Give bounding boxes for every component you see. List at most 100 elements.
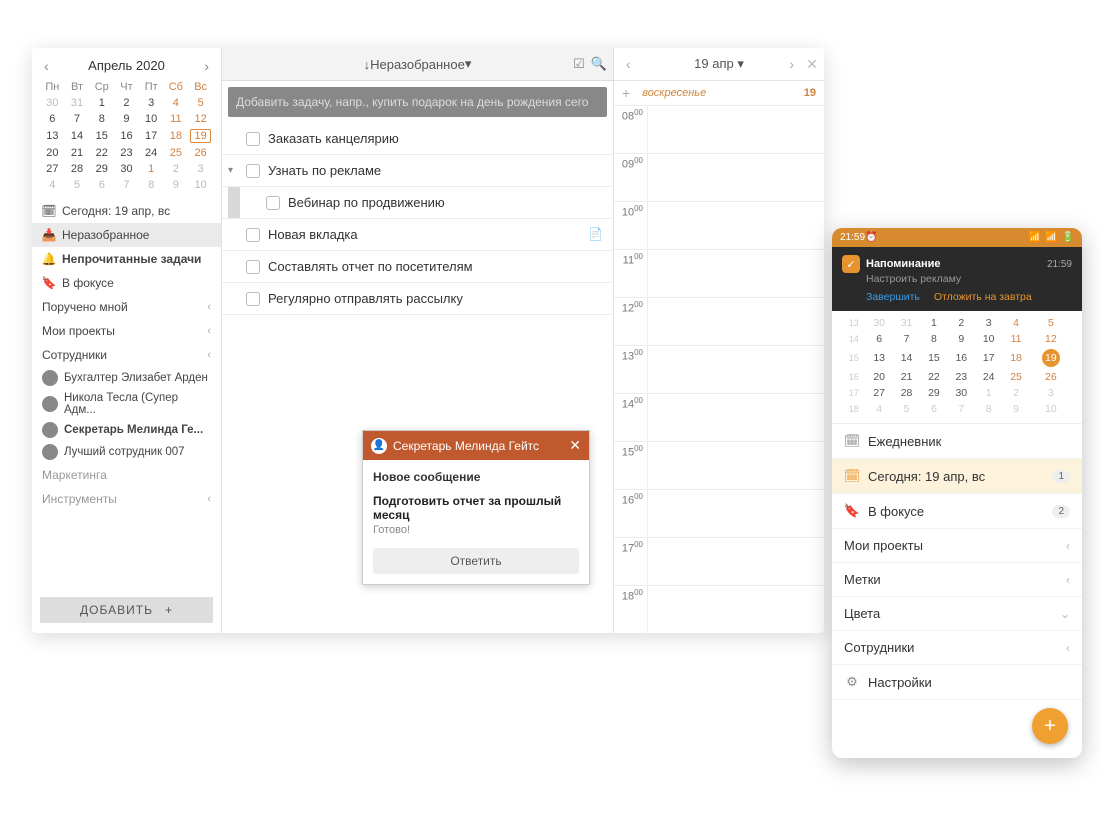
calendar-day[interactable]: 18 (1002, 347, 1029, 369)
task-row-sub[interactable]: Вебинар по продвижению (222, 187, 613, 219)
calendar-day[interactable]: 2 (164, 161, 189, 177)
hour-row[interactable]: 1500 (614, 442, 824, 490)
sidebar-user[interactable]: Бухгалтер Элизабет Арден (32, 367, 221, 389)
tasks-header[interactable]: ↓ Неразобранное ▾ ☑🔍 (222, 48, 613, 81)
calendar-day[interactable]: 27 (40, 161, 65, 177)
expand-icon[interactable]: ▾ (228, 165, 233, 176)
calendar-day[interactable]: 10 (139, 111, 164, 127)
calendar-day[interactable]: 2 (114, 95, 139, 111)
hour-row[interactable]: 0900 (614, 154, 824, 202)
calendar-title[interactable]: Апрель 2020 (88, 58, 165, 73)
task-row[interactable]: Новая вкладка📄 (222, 219, 613, 251)
hour-row[interactable]: 1800 (614, 586, 824, 633)
calendar-day[interactable]: 16 (948, 347, 975, 369)
sidebar-projects[interactable]: Мои проекты‹ (32, 319, 221, 343)
calendar-day[interactable]: 10 (1030, 401, 1072, 417)
calendar-day[interactable]: 11 (1002, 331, 1029, 347)
calendar-day[interactable]: 3 (139, 95, 164, 111)
calendar-day[interactable]: 23 (114, 145, 139, 161)
calendar-day[interactable]: 30 (865, 315, 892, 331)
calendar-day[interactable]: 14 (65, 127, 90, 145)
calendar-day[interactable]: 24 (139, 145, 164, 161)
reply-button[interactable]: Ответить (373, 548, 579, 574)
new-task-input[interactable]: Добавить задачу, напр., купить подарок н… (228, 87, 607, 117)
hour-row[interactable]: 1700 (614, 538, 824, 586)
calendar-day[interactable]: 26 (188, 145, 213, 161)
search-icon[interactable]: 🔍 (591, 56, 607, 72)
sidebar-assigned[interactable]: Поручено мной‹ (32, 295, 221, 319)
task-row[interactable]: Регулярно отправлять рассылку (222, 283, 613, 315)
calendar-day[interactable]: 5 (893, 401, 920, 417)
calendar-day[interactable]: 1 (89, 95, 114, 111)
sidebar-tools[interactable]: Инструменты‹ (32, 487, 221, 511)
calendar-day[interactable]: 6 (865, 331, 892, 347)
notif-snooze-button[interactable]: Отложить на завтра (934, 291, 1032, 303)
calendar-day[interactable]: 1 (920, 315, 947, 331)
next-month-button[interactable]: › (198, 56, 215, 76)
mobile-diary[interactable]: 🗓Ежедневник (832, 424, 1082, 459)
fab-add-button[interactable]: + (1032, 708, 1068, 744)
calendar-day[interactable]: 21 (65, 145, 90, 161)
calendar-day[interactable]: 28 (893, 385, 920, 401)
calendar-day[interactable]: 6 (920, 401, 947, 417)
sidebar-unread[interactable]: 🔔Непрочитанные задачи (32, 247, 221, 271)
calendar-day[interactable]: 7 (65, 111, 90, 127)
calendar-day[interactable]: 8 (139, 177, 164, 193)
calendar-day[interactable]: 9 (948, 331, 975, 347)
calendar-day[interactable]: 28 (65, 161, 90, 177)
calendar-day[interactable]: 6 (89, 177, 114, 193)
calendar-day[interactable]: 26 (1030, 369, 1072, 385)
calendar-day[interactable]: 3 (1030, 385, 1072, 401)
calendar-day[interactable]: 29 (920, 385, 947, 401)
task-row[interactable]: Заказать канцелярию (222, 123, 613, 155)
checkbox[interactable] (246, 164, 260, 178)
calendar-day[interactable]: 17 (975, 347, 1002, 369)
calendar-day[interactable]: 11 (164, 111, 189, 127)
calendar-day[interactable]: 9 (1002, 401, 1029, 417)
calendar-day[interactable]: 5 (188, 95, 213, 111)
hour-row[interactable]: 1200 (614, 298, 824, 346)
calendar-day[interactable]: 10 (975, 331, 1002, 347)
sidebar-staff[interactable]: Сотрудники‹ (32, 343, 221, 367)
calendar-day[interactable]: 20 (40, 145, 65, 161)
calendar-day[interactable]: 19 (1030, 347, 1072, 369)
calendar-day[interactable]: 1 (975, 385, 1002, 401)
calendar-day[interactable]: 10 (188, 177, 213, 193)
hour-row[interactable]: 1000 (614, 202, 824, 250)
calendar-day[interactable]: 2 (948, 315, 975, 331)
mobile-colors[interactable]: Цвета⌄ (832, 597, 1082, 631)
calendar-day[interactable]: 16 (114, 127, 139, 145)
calendar-day[interactable]: 30 (948, 385, 975, 401)
calendar-day[interactable]: 8 (920, 331, 947, 347)
calendar-day[interactable]: 25 (164, 145, 189, 161)
calendar-day[interactable]: 29 (89, 161, 114, 177)
notification[interactable]: ✓ Напоминание 21:59 Настроить рекламу За… (832, 247, 1082, 311)
calendar-day[interactable]: 4 (1002, 315, 1029, 331)
calendar-day[interactable]: 13 (40, 127, 65, 145)
calendar-day[interactable]: 4 (865, 401, 892, 417)
mobile-calendar[interactable]: 1330311234514678910111215131415161718191… (832, 311, 1082, 424)
prev-month-button[interactable]: ‹ (38, 56, 55, 76)
hour-row[interactable]: 1300 (614, 346, 824, 394)
drag-handle[interactable] (228, 187, 240, 218)
calendar-day[interactable]: 24 (975, 369, 1002, 385)
calendar-day[interactable]: 30 (114, 161, 139, 177)
calendar-day[interactable]: 31 (893, 315, 920, 331)
close-icon[interactable]: ✕ (569, 437, 581, 454)
calendar-day[interactable]: 1 (139, 161, 164, 177)
checkbox[interactable] (246, 228, 260, 242)
sidebar-user[interactable]: Секретарь Мелинда Ге... (32, 419, 221, 441)
calendar-day[interactable]: 2 (1002, 385, 1029, 401)
add-event-button[interactable]: + (622, 85, 630, 101)
calendar-day[interactable]: 7 (114, 177, 139, 193)
calendar-day[interactable]: 3 (975, 315, 1002, 331)
calendar-day[interactable]: 8 (975, 401, 1002, 417)
checkbox[interactable] (246, 260, 260, 274)
next-day-button[interactable]: › (783, 54, 800, 74)
calendar-day[interactable]: 4 (40, 177, 65, 193)
calendar-day[interactable]: 22 (920, 369, 947, 385)
hours-grid[interactable]: 0800090010001100120013001400150016001700… (614, 106, 824, 633)
calendar-day[interactable]: 9 (164, 177, 189, 193)
calendar-day[interactable]: 7 (893, 331, 920, 347)
calendar-day[interactable]: 9 (114, 111, 139, 127)
